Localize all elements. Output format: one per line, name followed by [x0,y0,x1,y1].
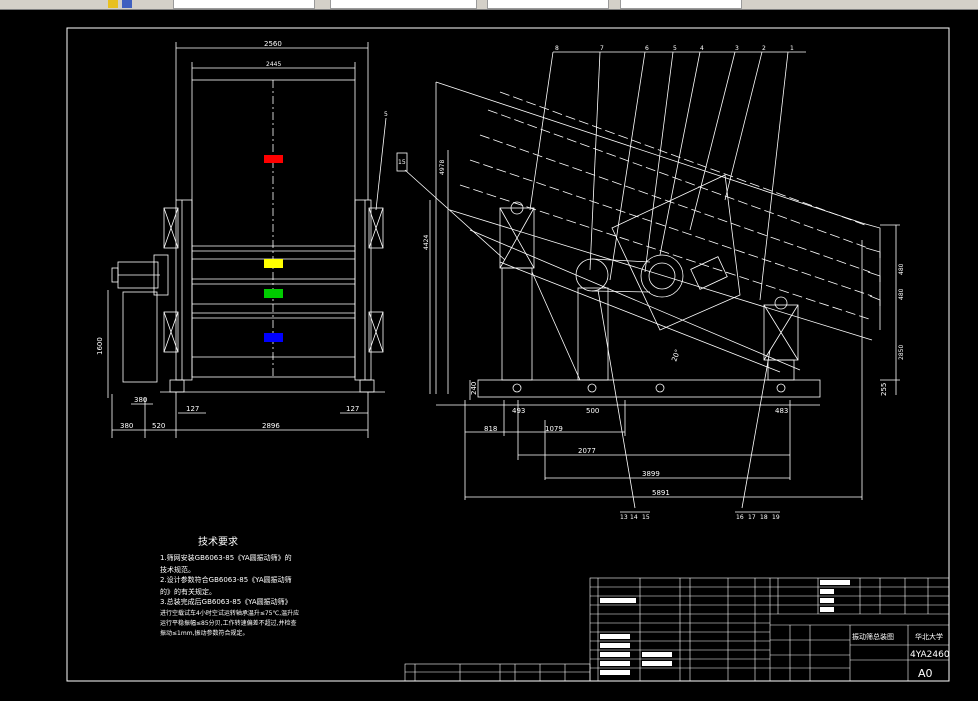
callout-7: 7 [600,45,604,52]
note-line-3: 2.设计参数符合GB6063-85《YA圆振动筛 [160,575,292,584]
dim-480-b: 480 [898,288,905,300]
callout-18: 18 [760,514,768,521]
dim-2850: 2850 [898,345,905,360]
note-line-5: 3.总装完成后GB6063-85《YA圆振动筛》 [160,597,292,606]
dim-255: 255 [880,383,888,396]
note-line-7: 运行平稳振幅≤85分贝,工作转速偏差不超过,并检查 [160,619,296,627]
callout-15: 15 [398,159,406,166]
front-view-dims: 2560 2445 380 520 2896 127 127 380 1600 … [96,40,388,430]
notes-title: 技术要求 [198,535,238,548]
callout-5: 5 [673,45,677,52]
dim-2445: 2445 [266,61,281,68]
callout-13: 13 [620,514,628,521]
callout-15-b: 15 [642,514,650,521]
dim-2560: 2560 [264,40,282,48]
tech-notes: 技术要求 1.筛网安装GB6063-85《YA圆振动筛》的 技术规范。 2.设计… [160,535,299,637]
note-line-1: 1.筛网安装GB6063-85《YA圆振动筛》的 [160,553,292,562]
marker-green [264,289,283,298]
dim-500: 500 [586,407,599,415]
dim-2896: 2896 [262,422,280,430]
dim-1079: 1079 [545,425,563,433]
callout-19: 19 [772,514,780,521]
callout-1: 1 [790,45,794,52]
sheet-size: A0 [918,667,933,680]
callout-6: 6 [645,45,649,52]
dim-2077: 2077 [578,447,596,455]
marker-blue [264,333,283,342]
dim-520: 520 [152,422,165,430]
dim-4978: 4978 [439,160,446,175]
dim-240: 240 [470,382,478,395]
callout-14: 14 [630,514,638,521]
cad-drawing: 2560 2445 380 520 2896 127 127 380 1600 … [66,27,950,682]
callout-4: 4 [700,45,704,52]
callout-2: 2 [762,45,766,52]
bom-fills [600,580,850,675]
dim-127-b: 127 [346,405,359,413]
callout-5-front: 5 [384,111,388,118]
model-number: 4YA2460 [910,650,950,660]
dim-angle: 20° [670,348,682,362]
front-view [107,42,387,438]
dim-380-b: 380 [134,396,147,404]
dim-380-a: 380 [120,422,133,430]
parts-list [404,577,950,682]
dim-3899: 3899 [642,470,660,478]
callout-8: 8 [555,45,559,52]
dim-5891: 5891 [652,489,670,497]
note-line-6: 进行空载试车4小时空试运转轴承温升≤75℃,温升应 [160,609,299,617]
note-line-4: 的》的有关规定。 [160,587,216,596]
school-name: 华北大学 [915,632,943,641]
dim-818: 818 [484,425,497,433]
note-line-2: 技术规范。 [160,565,195,574]
callout-17: 17 [748,514,756,521]
dim-4424: 4424 [423,235,430,250]
callout-16: 16 [736,514,744,521]
dim-483: 483 [775,407,788,415]
note-line-8: 振动≤1mm,振动参数符合规定。 [160,629,248,637]
dim-480-a: 480 [898,263,905,275]
dim-493-a: 493 [512,407,525,415]
dim-1600: 1600 [96,337,104,355]
side-view [396,51,900,513]
marker-yellow [264,259,283,268]
callout-3: 3 [735,45,739,52]
dim-127-a: 127 [186,405,199,413]
drawing-name: 振动筛总装图 [852,632,894,641]
title-block: 华北大学 振动筛总装图 4YA2460 A0 [852,632,950,680]
marker-red [264,155,283,163]
